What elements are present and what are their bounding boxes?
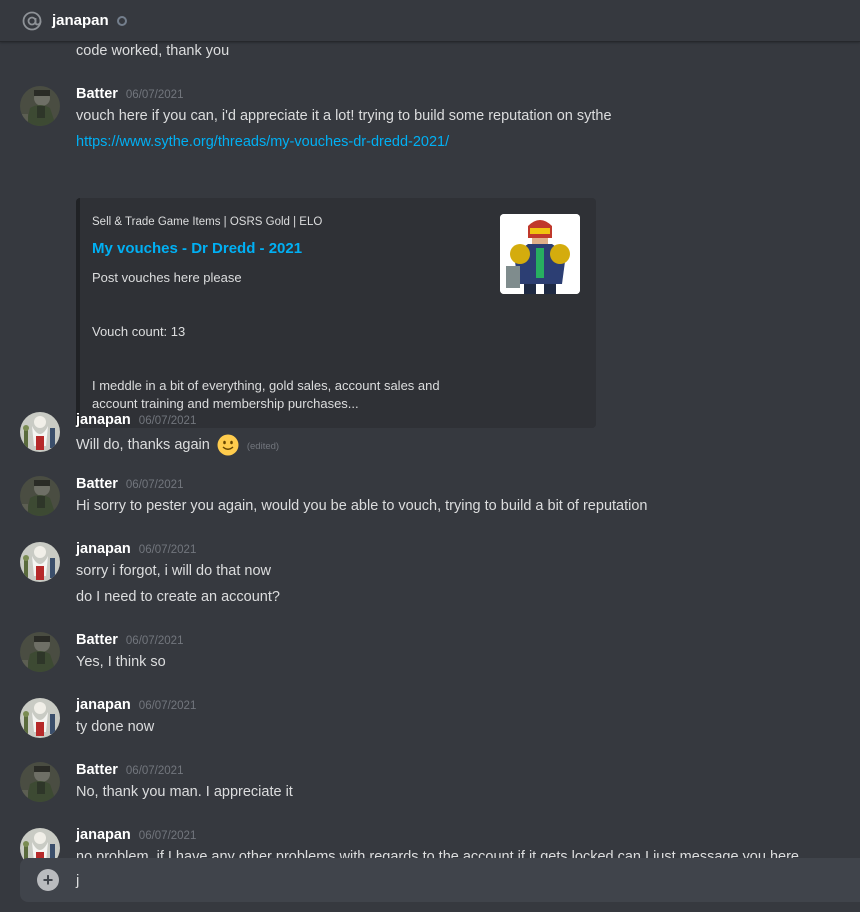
message-text: vouch here if you can, i'd appreciate it… xyxy=(76,108,612,124)
avatar[interactable] xyxy=(20,632,60,672)
timestamp: 06/07/2021 xyxy=(138,700,197,712)
timestamp: 06/07/2021 xyxy=(125,635,184,647)
at-sign-icon xyxy=(22,11,42,31)
judge-dredd-thumbnail[interactable] xyxy=(500,214,580,294)
avatar[interactable] xyxy=(20,828,60,860)
link-embed: Sell & Trade Game Items | OSRS Gold | EL… xyxy=(76,198,596,428)
author-name[interactable]: janapan xyxy=(76,697,131,713)
author-name[interactable]: janapan xyxy=(76,541,131,557)
message-input[interactable]: j xyxy=(76,872,79,889)
bottom-spacer xyxy=(0,902,860,912)
message-text: Will do, thanks again (edited) xyxy=(76,434,279,456)
timestamp: 06/07/2021 xyxy=(138,830,197,842)
channel-header: janapan xyxy=(0,0,860,42)
avatar[interactable] xyxy=(20,762,60,802)
avatar[interactable] xyxy=(20,542,60,582)
message-text: No, thank you man. I appreciate it xyxy=(76,784,293,800)
embed-provider[interactable]: Sell & Trade Game Items | OSRS Gold | EL… xyxy=(92,216,322,228)
avatar[interactable] xyxy=(20,476,60,516)
author-name[interactable]: Batter xyxy=(76,632,118,648)
message-text: do I need to create an account? xyxy=(76,589,280,605)
message-text: Yes, I think so xyxy=(76,654,166,670)
embed-description-line: Vouch count: 13 xyxy=(92,324,186,339)
message-composer[interactable]: + j xyxy=(20,858,860,902)
embed-description-line: account training and membership purchase… xyxy=(92,396,359,411)
author-name[interactable]: janapan xyxy=(76,827,131,843)
channel-title[interactable]: janapan xyxy=(52,12,109,29)
message-text: code worked, thank you xyxy=(76,43,230,59)
embed-description-line: I meddle in a bit of everything, gold sa… xyxy=(92,378,440,393)
timestamp: 06/07/2021 xyxy=(125,479,184,491)
embed-description-line: Post vouches here please xyxy=(92,270,242,285)
author-name[interactable]: Batter xyxy=(76,762,118,778)
slight-smile-emoji[interactable] xyxy=(217,434,239,456)
message-text: Hi sorry to pester you again, would you … xyxy=(76,498,648,514)
timestamp: 06/07/2021 xyxy=(125,89,184,101)
offline-status-icon xyxy=(116,15,127,26)
embed-title[interactable]: My vouches - Dr Dredd - 2021 xyxy=(92,240,302,257)
message-list[interactable]: code worked, thank you Batter 06/07/2021… xyxy=(0,42,860,860)
author-name[interactable]: janapan xyxy=(76,412,131,428)
avatar[interactable] xyxy=(20,698,60,738)
message-text-content: Will do, thanks again xyxy=(76,436,210,453)
author-name[interactable]: Batter xyxy=(76,86,118,102)
timestamp: 06/07/2021 xyxy=(138,544,197,556)
avatar[interactable] xyxy=(20,86,60,126)
avatar[interactable] xyxy=(20,412,60,452)
timestamp: 06/07/2021 xyxy=(138,415,197,427)
plus-circle-icon[interactable]: + xyxy=(37,869,59,891)
timestamp: 06/07/2021 xyxy=(125,765,184,777)
message-text: sorry i forgot, i will do that now xyxy=(76,563,272,579)
edited-label: (edited) xyxy=(246,440,280,452)
message-text: ty done now xyxy=(76,719,155,735)
author-name[interactable]: Batter xyxy=(76,476,118,492)
message-link[interactable]: https://www.sythe.org/threads/my-vouches… xyxy=(76,134,449,150)
